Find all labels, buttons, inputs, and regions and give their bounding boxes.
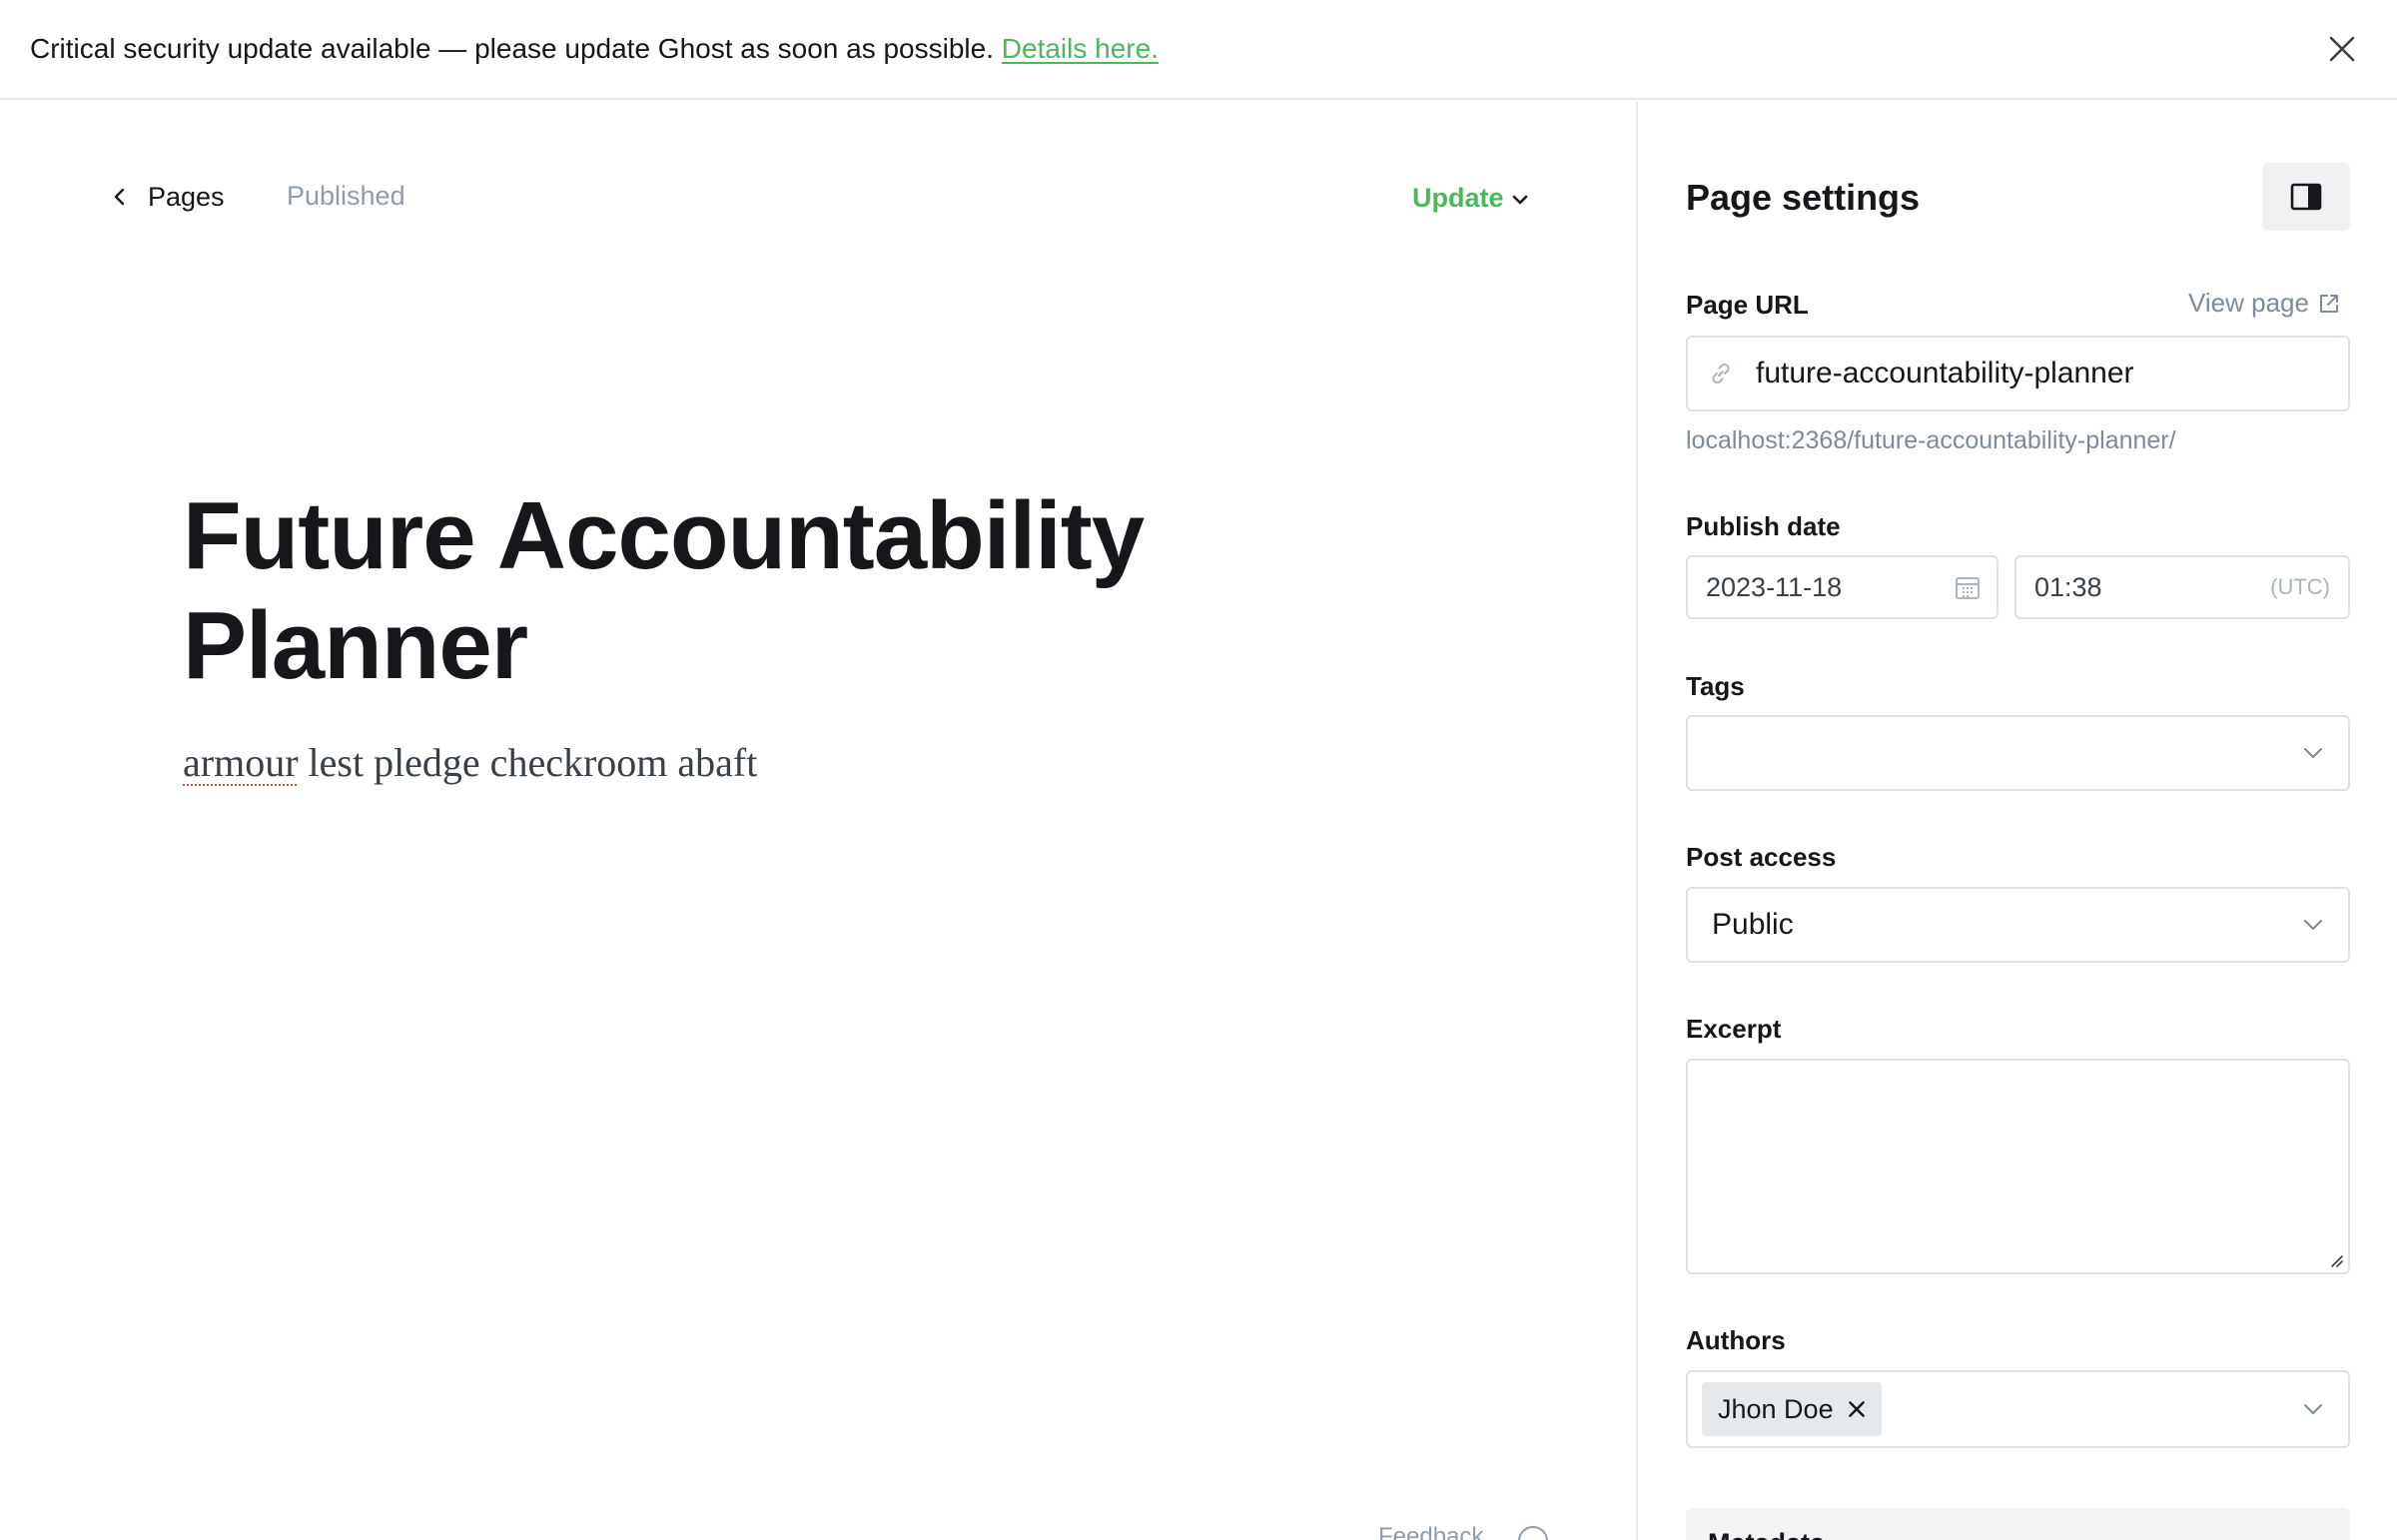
banner-message: Critical security update available — ple… [30,30,1159,68]
excerpt-textarea[interactable] [1686,1059,2350,1274]
page-url-input[interactable]: future-accountability-planner [1686,336,2350,411]
link-icon [1712,363,1730,385]
page-settings-sidebar: Page settings Page URL View page future-… [1638,102,2397,1540]
remove-author-icon[interactable] [1846,1398,1868,1420]
metadata-label: Metadata [1708,1528,1825,1540]
back-to-pages-link[interactable]: Pages [110,180,225,214]
tags-select[interactable] [1686,715,2350,791]
close-icon[interactable] [2327,34,2357,64]
authors-label: Authors [1686,1325,1786,1355]
post-access-value: Public [1712,908,1794,941]
chevron-down-icon [2304,1404,2322,1414]
resize-handle-icon[interactable] [2328,1252,2344,1268]
sidebar-toggle-icon [2290,183,2322,211]
author-chip[interactable]: Jhon Doe [1702,1382,1882,1436]
toggle-sidebar-button[interactable] [2262,163,2350,231]
publish-date-value: 2023-11-18 [1706,571,1843,602]
chevron-left-icon [114,188,125,206]
feedback-link[interactable]: Feedback [1378,1523,1483,1540]
publish-time-value: 01:38 [2034,571,2102,602]
misspelled-word: armour [183,740,299,785]
security-update-banner: Critical security update available — ple… [0,0,2397,100]
chevron-down-icon [1512,195,1527,205]
banner-text: Critical security update available — ple… [30,33,994,64]
update-button[interactable]: Update [1412,181,1530,215]
post-access-label: Post access [1686,842,1837,872]
post-status: Published [287,181,405,211]
post-title[interactable]: Future Accountability Planner [183,481,1281,701]
tags-label: Tags [1686,671,1745,701]
page-url-label: Page URL [1686,290,1809,320]
view-page-label: View page [2188,288,2309,318]
body-text: lest pledge checkroom abaft [298,740,758,785]
page-url-value: future-accountability-planner [1756,357,2134,389]
authors-select[interactable]: Jhon Doe [1686,1370,2350,1448]
timezone-label: (UTC) [2270,574,2330,599]
update-label: Update [1412,182,1504,213]
post-body[interactable]: armour lest pledge checkroom abaft [183,739,757,786]
banner-details-link[interactable]: Details here. [1002,33,1159,64]
page-url-preview: localhost:2368/future-accountability-pla… [1686,426,2176,454]
publish-date-label: Publish date [1686,511,1841,541]
publish-time-input[interactable]: 01:38 (UTC) [2014,555,2350,619]
back-label: Pages [148,181,225,212]
calendar-icon [1956,577,1980,599]
external-link-icon [2319,294,2338,313]
chevron-down-icon [2304,920,2322,930]
post-access-select[interactable]: Public [1686,887,2350,963]
publish-date-input[interactable]: 2023-11-18 [1686,555,1998,619]
view-page-link[interactable]: View page [2188,288,2341,319]
settings-title: Page settings [1686,177,1921,218]
metadata-section[interactable]: Metadata [1686,1508,2350,1540]
chevron-down-icon [2304,748,2322,758]
editor-pane [0,102,1636,1540]
author-name: Jhon Doe [1718,1393,1834,1424]
excerpt-label: Excerpt [1686,1014,1782,1044]
